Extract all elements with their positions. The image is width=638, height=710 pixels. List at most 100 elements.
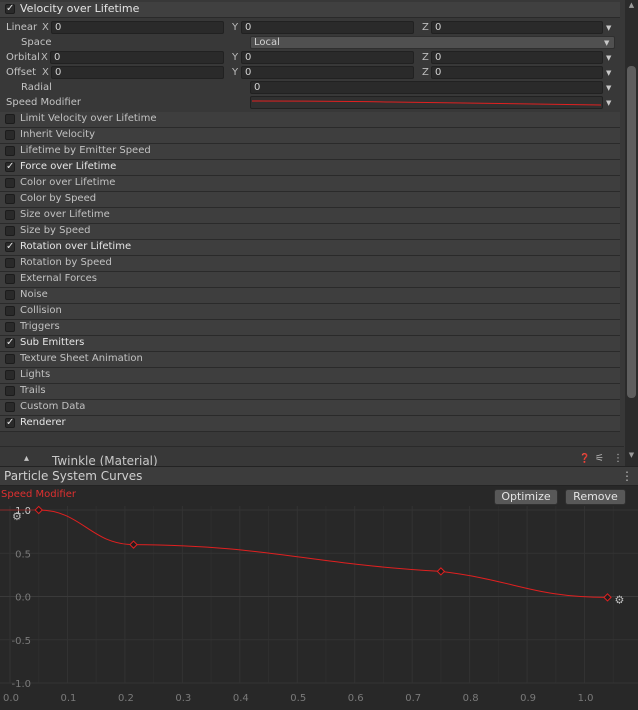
y-tick-label: 0.5 [15, 549, 31, 560]
help-icon[interactable]: ❓ [579, 454, 590, 464]
module-row[interactable]: Color over Lifetime [0, 176, 620, 192]
module-row[interactable]: Size by Speed [0, 224, 620, 240]
module-row[interactable]: Lights [0, 368, 620, 384]
module-row[interactable]: External Forces [0, 272, 620, 288]
orbital-y-field[interactable]: 0 [241, 51, 414, 64]
space-label: Space [21, 37, 52, 48]
module-enable-checkbox[interactable] [5, 210, 15, 220]
speed-modifier-curve-preview[interactable] [250, 96, 603, 109]
module-row[interactable]: Noise [0, 288, 620, 304]
module-enable-checkbox[interactable]: ✓ [5, 161, 15, 172]
inspector-panel: ✓ Velocity over Lifetime Linear X 0 Y 0 … [0, 0, 624, 466]
curve-mode-dropdown[interactable]: ▼ [606, 24, 611, 32]
module-enable-checkbox[interactable] [5, 290, 15, 300]
scroll-up-icon[interactable]: ▲ [625, 0, 638, 10]
linear-x-field[interactable]: 0 [51, 21, 224, 34]
module-row[interactable]: ✓ Renderer [0, 416, 620, 432]
module-label: Lifetime by Emitter Speed [20, 145, 151, 156]
module-label: Renderer [20, 417, 66, 428]
module-row[interactable]: Size over Lifetime [0, 208, 620, 224]
module-row[interactable]: Lifetime by Emitter Speed [0, 144, 620, 160]
curve-mode-dropdown[interactable]: ▼ [606, 69, 611, 77]
offset-x-field[interactable]: 0 [51, 66, 224, 79]
module-row[interactable]: Inherit Velocity [0, 128, 620, 144]
module-label: Lights [20, 369, 51, 380]
linear-x-label: X [42, 22, 49, 33]
module-label: Noise [20, 289, 48, 300]
scrollbar-thumb[interactable] [627, 66, 636, 398]
linear-y-field[interactable]: 0 [241, 21, 414, 34]
radial-label: Radial [21, 82, 52, 93]
module-label: Rotation over Lifetime [20, 241, 132, 252]
velocity-enable-checkbox[interactable]: ✓ [5, 3, 15, 14]
module-header-velocity[interactable]: ✓ Velocity over Lifetime [0, 2, 620, 18]
module-enable-checkbox[interactable] [5, 226, 15, 236]
module-row[interactable]: Texture Sheet Animation [0, 352, 620, 368]
curve-mode-dropdown[interactable]: ▼ [606, 99, 611, 107]
module-enable-checkbox[interactable]: ✓ [5, 337, 15, 348]
module-enable-checkbox[interactable] [5, 402, 15, 412]
module-row[interactable]: Limit Velocity over Lifetime [0, 112, 620, 128]
more-vert-icon[interactable]: ⋮ [613, 453, 623, 464]
linear-z-field[interactable]: 0 [431, 21, 603, 34]
module-enable-checkbox[interactable]: ✓ [5, 417, 15, 428]
curve-key[interactable] [436, 567, 446, 576]
orbital-z-field[interactable]: 0 [431, 51, 603, 64]
module-label: Collision [20, 305, 62, 316]
curve-key[interactable] [34, 505, 43, 515]
module-label: Inherit Velocity [20, 129, 95, 140]
module-row[interactable]: ✓ Sub Emitters [0, 336, 620, 352]
module-enable-checkbox[interactable] [5, 178, 15, 188]
module-enable-checkbox[interactable] [5, 370, 15, 380]
orbital-x-label: X [41, 52, 48, 63]
offset-x-label: X [42, 67, 49, 78]
offset-y-field[interactable]: 0 [241, 66, 414, 79]
radial-field[interactable]: 0 [250, 81, 603, 94]
module-enable-checkbox[interactable] [5, 194, 15, 204]
curves-window-header: Particle System Curves ⋮ [0, 466, 638, 486]
curve-mode-dropdown[interactable]: ▼ [606, 84, 611, 92]
orbital-x-field[interactable]: 0 [50, 51, 224, 64]
curve-key[interactable] [603, 593, 612, 602]
module-label: Color over Lifetime [20, 177, 116, 188]
module-enable-checkbox[interactable] [5, 274, 15, 284]
module-enable-checkbox[interactable] [5, 114, 15, 124]
wrap-mode-gear-icon[interactable]: ⚙ [12, 510, 22, 523]
module-enable-checkbox[interactable] [5, 146, 15, 156]
x-tick-label: 0.5 [290, 693, 306, 704]
scroll-down-icon[interactable]: ▼ [625, 450, 638, 460]
module-row[interactable]: Triggers [0, 320, 620, 336]
more-vert-icon[interactable]: ⋮ [621, 469, 633, 483]
module-enable-checkbox[interactable]: ✓ [5, 241, 15, 252]
module-label: Custom Data [20, 401, 86, 412]
wrap-mode-gear-icon[interactable]: ⚙ [615, 593, 625, 606]
module-enable-checkbox[interactable] [5, 306, 15, 316]
module-row[interactable]: Custom Data [0, 400, 620, 416]
module-row[interactable]: Rotation by Speed [0, 256, 620, 272]
module-enable-checkbox[interactable] [5, 354, 15, 364]
inspector-scrollbar[interactable]: ▲ ▼ [625, 0, 638, 466]
curve-mode-dropdown[interactable]: ▼ [606, 54, 611, 62]
module-row[interactable]: Collision [0, 304, 620, 320]
module-label: Triggers [20, 321, 60, 332]
curve-editor[interactable]: Speed Modifier Optimize Remove 0.0 0.1 0.2… [0, 486, 638, 710]
module-row[interactable]: ✓ Rotation over Lifetime [0, 240, 620, 256]
space-dropdown[interactable]: Local [250, 36, 615, 49]
module-title: Velocity over Lifetime [20, 2, 140, 15]
module-enable-checkbox[interactable] [5, 386, 15, 396]
module-row[interactable]: Trails [0, 384, 620, 400]
curve-key[interactable] [129, 540, 138, 549]
module-row[interactable]: Color by Speed [0, 192, 620, 208]
module-enable-checkbox[interactable] [5, 130, 15, 140]
speed-modifier-label: Speed Modifier [6, 97, 81, 108]
x-tick-label: 0.7 [405, 693, 421, 704]
offset-z-field[interactable]: 0 [431, 66, 603, 79]
settings-sliders-icon[interactable]: ⚟ [595, 453, 604, 464]
check-icon: ✓ [6, 337, 15, 348]
module-row[interactable]: ✓ Force over Lifetime [0, 160, 620, 176]
module-enable-checkbox[interactable] [5, 258, 15, 268]
orbital-z-label: Z [422, 52, 429, 63]
curve-graph[interactable]: 0.0 0.1 0.2 0.3 0.4 0.5 0.6 0.7 0.8 0.9 1.01.00.50… [0, 486, 638, 710]
module-enable-checkbox[interactable] [5, 322, 15, 332]
module-label: Texture Sheet Animation [20, 353, 143, 364]
